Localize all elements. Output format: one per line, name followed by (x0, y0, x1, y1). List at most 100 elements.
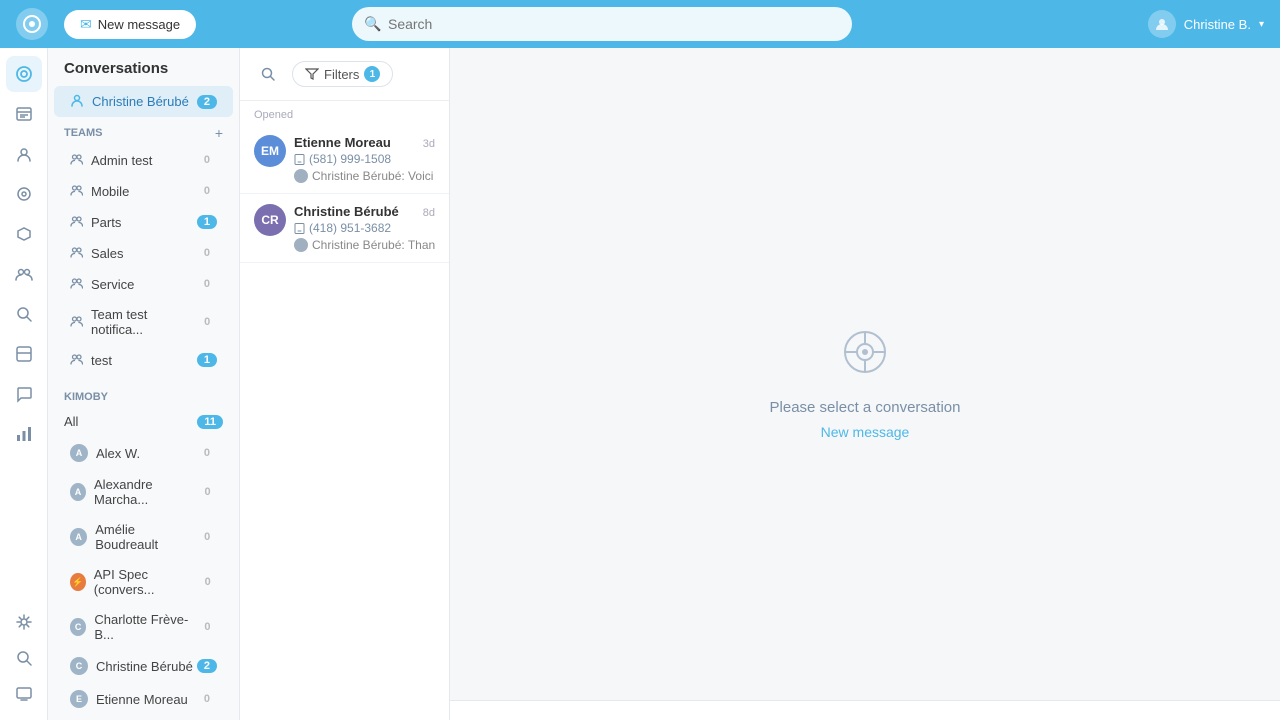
conversation-item[interactable]: CR Christine Bérubé 8d (418) 951-3682 Ch… (240, 194, 449, 263)
conv-section-opened: Opened (240, 101, 449, 125)
search-nav-icon[interactable] (6, 296, 42, 332)
person-icon (70, 93, 84, 110)
search2-nav-icon[interactable] (6, 640, 42, 676)
avatar (1148, 10, 1176, 38)
agent-name: Christine Bérubé (96, 659, 193, 674)
user-menu[interactable]: Christine B. ▾ (1148, 10, 1264, 38)
agent-name: Alex W. (96, 446, 140, 461)
agent-badge: 0 (197, 620, 217, 634)
analytics-nav-icon[interactable] (6, 176, 42, 212)
agent-avatar-icon: ⚡ (70, 573, 86, 591)
kimoby-all-item[interactable]: All 11 (48, 407, 239, 436)
team-badge: 0 (197, 246, 217, 260)
agent-name: API Spec (convers... (94, 567, 198, 597)
agent-avatar-icon: A (70, 444, 88, 462)
team-badge: 1 (197, 215, 217, 229)
conv-name: Etienne Moreau (294, 135, 391, 150)
filter-button[interactable]: Filters 1 (292, 61, 393, 87)
team-icon (70, 152, 83, 168)
new-message-button[interactable]: ✉ New message (64, 10, 196, 39)
box-nav-icon[interactable] (6, 336, 42, 372)
kimoby-label: KIMOBY (64, 391, 108, 403)
assigned-to-me-item[interactable]: Christine Bérubé 2 (54, 86, 233, 117)
empty-icon (770, 327, 961, 387)
agent-item[interactable]: E Etienne Moulin 0 (54, 716, 233, 720)
team-name: Mobile (91, 184, 129, 199)
team-item[interactable]: test 1 (54, 345, 233, 375)
team-name: Parts (91, 215, 121, 230)
agent-badge: 0 (198, 575, 217, 589)
team-icon (70, 314, 83, 330)
agent-avatar-icon: C (70, 657, 88, 675)
team-badge: 0 (197, 153, 217, 167)
topbar: ✉ New message 🔍 Christine B. ▾ (0, 0, 1280, 48)
team-item[interactable]: Team test notifica... 0 (54, 300, 233, 344)
team-name: test (91, 353, 112, 368)
team-icon (70, 183, 83, 199)
device-nav-icon[interactable] (6, 676, 42, 712)
add-team-button[interactable]: + (215, 126, 223, 140)
username-label: Christine B. (1184, 17, 1251, 32)
team-item[interactable]: Sales 0 (54, 238, 233, 268)
team-item[interactable]: Service 0 (54, 269, 233, 299)
team-item[interactable]: Admin test 0 (54, 145, 233, 175)
agent-avatar-icon: E (70, 690, 88, 708)
assigned-badge: 2 (197, 95, 217, 109)
agent-avatar-icon: C (70, 618, 86, 636)
teams-nav-icon[interactable] (6, 256, 42, 292)
inbox-nav-icon[interactable] (6, 96, 42, 132)
agent-badge: 2 (197, 659, 217, 673)
new-message-link[interactable]: New message (821, 424, 910, 440)
team-name: Team test notifica... (91, 307, 197, 337)
main-area: Please select a conversation New message (450, 48, 1280, 720)
agent-name: Amélie Boudreault (95, 522, 197, 552)
chat-nav-icon[interactable] (6, 376, 42, 412)
assigned-label: Christine Bérubé (92, 94, 189, 109)
team-item[interactable]: Parts 1 (54, 207, 233, 237)
team-icon (70, 214, 83, 230)
conv-list: EM Etienne Moreau 3d (581) 999-1508 Chri… (240, 125, 449, 263)
agent-item[interactable]: A Alex W. 0 (54, 437, 233, 469)
panel-title: Conversations (48, 48, 239, 85)
agent-item[interactable]: A Alexandre Marcha... 0 (54, 470, 233, 514)
conversation-item[interactable]: EM Etienne Moreau 3d (581) 999-1508 Chri… (240, 125, 449, 194)
team-name: Sales (91, 246, 124, 261)
agent-name: Etienne Moreau (96, 692, 188, 707)
app-logo (16, 8, 48, 40)
sidebar-icons (0, 48, 48, 720)
contacts-nav-icon[interactable] (6, 136, 42, 172)
agent-item[interactable]: C Christine Bérubé 2 (54, 650, 233, 682)
empty-title: Please select a conversation (770, 399, 961, 416)
chevron-down-icon: ▾ (1259, 19, 1264, 30)
agent-badge: 0 (197, 692, 217, 706)
teams-section-header: TEAMS + (48, 118, 239, 144)
team-name: Admin test (91, 153, 152, 168)
left-panel: Conversations Christine Bérubé 2 TEAMS +… (48, 48, 240, 720)
conv-avatar: EM (254, 135, 286, 167)
campaigns-nav-icon[interactable] (6, 216, 42, 252)
team-badge: 0 (197, 277, 217, 291)
agent-item[interactable]: A Amélie Boudreault 0 (54, 515, 233, 559)
search-icon: 🔍 (364, 16, 381, 33)
agent-item[interactable]: C Charlotte Frève-B... 0 (54, 605, 233, 649)
conv-search-button[interactable] (252, 58, 284, 90)
team-icon (70, 352, 83, 368)
filter-badge: 1 (364, 66, 380, 82)
team-item[interactable]: Mobile 0 (54, 176, 233, 206)
agent-badge: 0 (197, 446, 217, 460)
integrations-nav-icon[interactable] (6, 604, 42, 640)
agent-item[interactable]: ⚡ API Spec (convers... 0 (54, 560, 233, 604)
conversations-nav-icon[interactable] (6, 56, 42, 92)
conv-preview: Christine Bérubé: Thank you Ch... (294, 238, 435, 252)
conv-phone: (581) 999-1508 (294, 152, 435, 166)
search-input[interactable] (352, 7, 852, 41)
sidebar-bottom (6, 604, 42, 712)
agent-name: Alexandre Marcha... (94, 477, 198, 507)
conv-name: Christine Bérubé (294, 204, 399, 219)
agent-item[interactable]: E Etienne Moreau 0 (54, 683, 233, 715)
reports-nav-icon[interactable] (6, 416, 42, 452)
search-bar: 🔍 (352, 7, 852, 41)
team-badge: 0 (197, 184, 217, 198)
kimoby-section-header: KIMOBY (48, 383, 239, 407)
agents-list: A Alex W. 0 A Alexandre Marcha... 0 A Am… (48, 437, 239, 720)
